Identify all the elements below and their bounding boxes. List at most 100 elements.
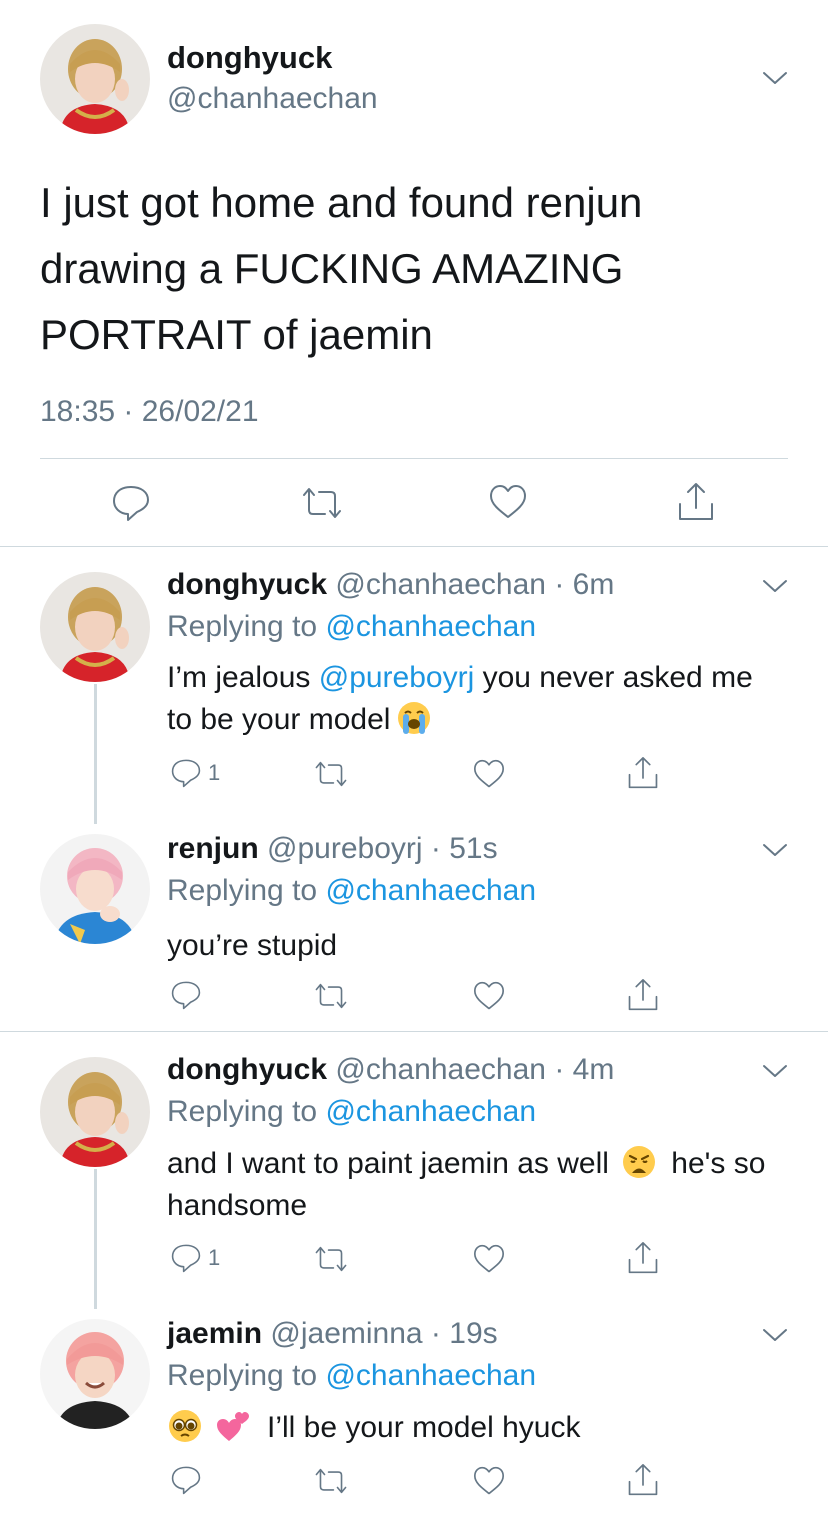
replying-to-link[interactable]: @chanhaechan	[325, 874, 536, 907]
avatar-donghyuck[interactable]	[40, 1057, 150, 1167]
separator: ·	[422, 832, 450, 865]
heart-icon	[474, 1244, 504, 1273]
reply-time[interactable]: 6m	[573, 568, 615, 601]
tweet-timestamp[interactable]: 18:35 · 26/02/21	[40, 395, 259, 429]
share-button[interactable]	[677, 482, 715, 522]
retweet-icon	[315, 1246, 347, 1272]
share-icon	[628, 1464, 658, 1496]
heart-icon	[474, 981, 504, 1010]
chevron-down-icon[interactable]	[762, 70, 788, 86]
reply-icon	[171, 1244, 201, 1273]
reply-text: I’m jealous @pureboyrj you never asked m…	[167, 657, 777, 741]
reply-header: renjun @pureboyrj · 51s	[167, 832, 498, 866]
chevron-down-icon[interactable]	[762, 1327, 788, 1343]
main-tweet[interactable]: donghyuck @chanhaechan I just got home a…	[0, 0, 828, 547]
reply-tweet[interactable]: donghyuck @chanhaechan · 6m Replying to …	[0, 548, 828, 818]
separator: ·	[545, 568, 573, 601]
reply-header: jaemin @jaeminna · 19s	[167, 1317, 498, 1351]
like-button[interactable]	[473, 759, 505, 789]
share-button[interactable]	[627, 1241, 659, 1275]
author-name[interactable]: donghyuck	[167, 40, 332, 76]
divider	[40, 458, 788, 459]
author-name[interactable]: donghyuck	[167, 1053, 327, 1086]
share-icon	[679, 483, 713, 520]
reply-button[interactable]: 1	[170, 758, 220, 788]
retweet-button[interactable]	[314, 760, 348, 788]
like-button[interactable]	[473, 1466, 505, 1496]
heart-icon	[474, 759, 504, 788]
retweet-icon	[315, 1468, 347, 1494]
reply-time[interactable]: 4m	[573, 1053, 615, 1086]
reply-text: I’ll be your model hyuck	[167, 1407, 777, 1449]
author-handle[interactable]: @chanhaechan	[335, 568, 546, 601]
like-button[interactable]	[489, 484, 527, 520]
reply-button[interactable]: 1	[170, 1243, 220, 1273]
reply-count: 1	[208, 760, 221, 785]
weary-face-icon	[622, 1146, 655, 1178]
avatar-donghyuck[interactable]	[40, 24, 150, 134]
reply-tweet[interactable]: jaemin @jaeminna · 19s Replying to @chan…	[0, 1297, 828, 1519]
heart-icon	[490, 485, 526, 518]
mention-link[interactable]: @pureboyrj	[319, 661, 475, 694]
reply-button[interactable]	[170, 1465, 208, 1495]
text-before: I’m jealous	[167, 661, 319, 694]
replying-label: Replying to	[167, 1095, 318, 1128]
text-body: I’ll be your model hyuck	[267, 1411, 581, 1444]
author-name[interactable]: jaemin	[167, 1317, 262, 1350]
retweet-button[interactable]	[314, 1467, 348, 1495]
avatar-jaemin[interactable]	[40, 1319, 150, 1429]
chevron-down-icon[interactable]	[762, 842, 788, 858]
heart-icon	[474, 1466, 504, 1495]
replying-label: Replying to	[167, 1359, 318, 1392]
author-handle[interactable]: @chanhaechan	[335, 1053, 546, 1086]
retweet-icon	[315, 983, 347, 1009]
reply-icon	[171, 759, 201, 788]
chevron-down-icon[interactable]	[762, 578, 788, 594]
replying-to: Replying to @chanhaechan	[167, 874, 536, 908]
share-button[interactable]	[627, 1463, 659, 1497]
reply-button[interactable]	[111, 484, 151, 522]
two-hearts-icon	[217, 1412, 249, 1441]
separator: ·	[545, 1053, 573, 1086]
reply-time[interactable]: 19s	[449, 1317, 497, 1350]
retweet-button[interactable]	[314, 1245, 348, 1273]
author-handle[interactable]: @pureboyrj	[267, 832, 423, 865]
replying-to-link[interactable]: @chanhaechan	[325, 610, 536, 643]
like-button[interactable]	[473, 1244, 505, 1274]
avatar-donghyuck[interactable]	[40, 572, 150, 682]
replying-to: Replying to @chanhaechan	[167, 1095, 536, 1129]
author-name[interactable]: donghyuck	[167, 568, 327, 601]
retweet-icon	[315, 761, 347, 787]
share-button[interactable]	[627, 756, 659, 790]
author-handle[interactable]: @chanhaechan	[167, 82, 378, 116]
avatar-renjun[interactable]	[40, 834, 150, 944]
author-handle[interactable]: @jaeminna	[270, 1317, 422, 1350]
retweet-button[interactable]	[301, 486, 343, 520]
like-button[interactable]	[473, 981, 505, 1011]
reply-button[interactable]	[170, 980, 208, 1010]
chevron-down-icon[interactable]	[762, 1063, 788, 1079]
separator: ·	[422, 1317, 450, 1350]
reply-thread: donghyuck @chanhaechan · 6m Replying to …	[0, 548, 828, 1032]
reply-header: donghyuck @chanhaechan · 4m	[167, 1053, 614, 1087]
reply-icon	[113, 486, 149, 521]
replying-to: Replying to @chanhaechan	[167, 610, 536, 644]
pleading-face-icon	[169, 1410, 201, 1442]
retweet-button[interactable]	[314, 982, 348, 1010]
replying-to-link[interactable]: @chanhaechan	[325, 1359, 536, 1392]
reply-icon	[171, 1466, 201, 1495]
text-before: and I want to paint jaemin as well	[167, 1147, 609, 1180]
replying-label: Replying to	[167, 610, 318, 643]
share-button[interactable]	[627, 978, 659, 1012]
reply-icon	[171, 981, 201, 1010]
share-icon	[628, 1242, 658, 1274]
reply-tweet[interactable]: donghyuck @chanhaechan · 4m Replying to …	[0, 1033, 828, 1303]
share-icon	[628, 979, 658, 1011]
replying-to-link[interactable]: @chanhaechan	[325, 1095, 536, 1128]
reply-tweet[interactable]: renjun @pureboyrj · 51s Replying to @cha…	[0, 812, 828, 1032]
loudly-crying-face-icon	[398, 702, 431, 734]
reply-text: you’re stupid	[167, 929, 338, 962]
reply-time[interactable]: 51s	[449, 832, 497, 865]
reply-thread: donghyuck @chanhaechan · 4m Replying to …	[0, 1033, 828, 1519]
author-name[interactable]: renjun	[167, 832, 259, 865]
